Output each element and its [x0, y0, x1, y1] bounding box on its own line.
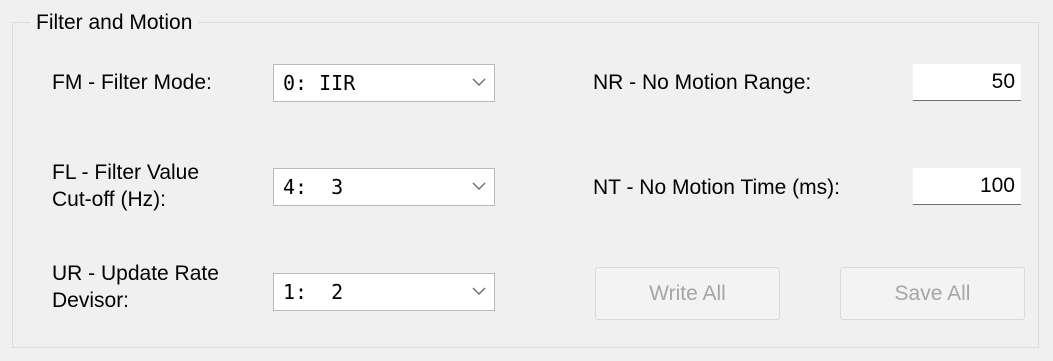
- update-rate-label-line1: UR - Update Rate: [52, 262, 219, 285]
- filter-motion-panel: Filter and Motion FM - Filter Mode: 0: I…: [0, 0, 1053, 361]
- filter-mode-select[interactable]: 0: IIR: [273, 64, 495, 102]
- chevron-down-icon: [472, 78, 486, 86]
- filter-mode-label: FM - Filter Mode:: [52, 71, 212, 94]
- write-all-button[interactable]: Write All: [595, 267, 780, 320]
- no-motion-time-input[interactable]: 100: [913, 168, 1021, 205]
- chevron-down-icon: [472, 287, 486, 295]
- update-rate-label-line2: Devisor:: [52, 289, 130, 312]
- filter-value-label: FL - Filter Value Cut-off (Hz):: [52, 159, 199, 213]
- filter-value-value: 4: 3: [283, 175, 344, 199]
- no-motion-range-label: NR - No Motion Range:: [593, 71, 812, 94]
- update-rate-value: 1: 2: [283, 280, 344, 304]
- no-motion-time-label: NT - No Motion Time (ms):: [593, 176, 840, 199]
- no-motion-range-input[interactable]: 50: [913, 64, 1021, 101]
- filter-value-label-line2: Cut-off (Hz):: [52, 188, 166, 211]
- groupbox-title: Filter and Motion: [30, 9, 199, 37]
- filter-value-label-line1: FL - Filter Value: [52, 161, 200, 184]
- filter-mode-value: 0: IIR: [283, 71, 356, 95]
- no-motion-range-value: 50: [991, 70, 1015, 93]
- update-rate-select[interactable]: 1: 2: [273, 273, 495, 311]
- no-motion-time-value: 100: [979, 174, 1015, 197]
- save-all-button[interactable]: Save All: [840, 267, 1025, 320]
- chevron-down-icon: [472, 182, 486, 190]
- update-rate-label: UR - Update Rate Devisor:: [52, 260, 219, 314]
- filter-value-select[interactable]: 4: 3: [273, 168, 495, 206]
